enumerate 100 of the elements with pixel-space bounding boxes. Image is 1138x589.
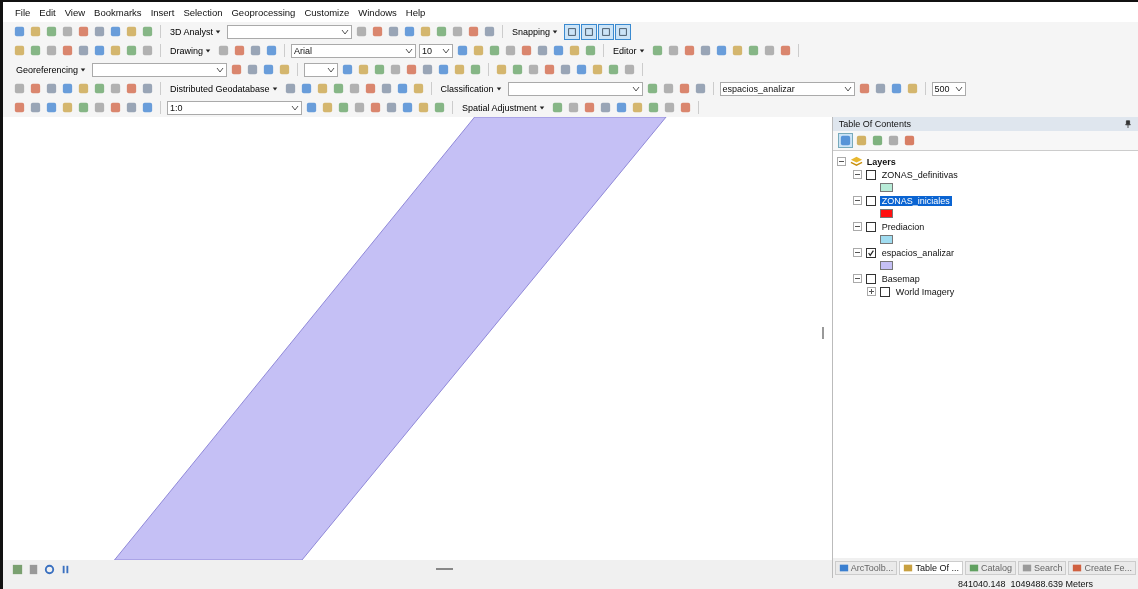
tool-icon[interactable] (645, 82, 659, 95)
tool-icon[interactable] (109, 82, 122, 95)
tool-icon[interactable] (403, 25, 417, 38)
tool-icon[interactable] (520, 44, 533, 57)
menu-item[interactable]: Insert (150, 6, 175, 18)
tool-icon[interactable] (363, 82, 377, 95)
tool-icon[interactable] (857, 82, 871, 95)
tool-icon[interactable] (249, 44, 262, 57)
tool-icon[interactable] (421, 63, 435, 76)
combo-box[interactable] (227, 24, 353, 39)
tool-icon[interactable] (141, 25, 154, 38)
combo-box[interactable] (304, 62, 339, 77)
tool-icon[interactable] (650, 44, 664, 57)
tool-icon[interactable] (456, 44, 469, 57)
combo-box[interactable]: 1:0 (167, 100, 302, 115)
combo-box[interactable]: 500 (931, 81, 966, 96)
tool-icon[interactable] (607, 63, 621, 76)
expand-toggle[interactable] (866, 287, 876, 296)
tool-icon[interactable] (417, 101, 430, 114)
tool-icon[interactable] (646, 101, 660, 114)
tool-icon[interactable] (125, 44, 138, 57)
tool-icon[interactable] (379, 82, 393, 95)
collapse-toggle[interactable] (852, 248, 862, 257)
tool-icon[interactable] (77, 25, 90, 38)
tool-icon[interactable] (495, 63, 509, 76)
tool-icon[interactable] (331, 82, 345, 95)
tool-icon[interactable] (315, 82, 329, 95)
tool-icon[interactable] (93, 25, 106, 38)
layer-name[interactable]: espacios_analizar (879, 247, 956, 258)
tool-icon[interactable] (29, 101, 42, 114)
snapping-toggle[interactable] (581, 23, 598, 40)
menu-item[interactable]: Windows (358, 6, 397, 18)
tool-icon[interactable] (661, 82, 675, 95)
tool-icon[interactable] (109, 44, 122, 57)
tool-icon[interactable] (141, 82, 154, 95)
tool-icon[interactable] (93, 44, 106, 57)
tool-icon[interactable] (469, 63, 483, 76)
tool-icon[interactable] (61, 82, 74, 95)
layer-name[interactable]: Basemap (879, 273, 922, 284)
toolbar-menu[interactable]: Snapping (509, 26, 562, 37)
tool-icon[interactable] (854, 134, 868, 147)
tool-icon[interactable] (746, 44, 760, 57)
combo-box[interactable] (507, 81, 643, 96)
layer-name[interactable]: World Imagery (893, 286, 957, 297)
tool-icon[interactable] (483, 25, 497, 38)
tool-icon[interactable] (714, 44, 728, 57)
tool-icon[interactable] (337, 101, 350, 114)
tool-icon[interactable] (246, 63, 260, 76)
tool-icon[interactable] (762, 44, 776, 57)
toolbar-menu[interactable]: 3D Analyst (167, 26, 225, 37)
tool-icon[interactable] (29, 25, 42, 38)
tool-icon[interactable] (451, 25, 465, 38)
tool-icon[interactable] (870, 134, 884, 147)
tool-icon[interactable] (45, 25, 58, 38)
panel-tab[interactable]: ArcToolb... (834, 561, 898, 575)
tool-icon[interactable] (405, 63, 419, 76)
tool-icon[interactable] (109, 25, 122, 38)
combo-box[interactable]: 10 (419, 43, 453, 58)
tool-icon[interactable] (13, 101, 26, 114)
tool-icon[interactable] (886, 134, 900, 147)
tool-icon[interactable] (598, 101, 612, 114)
layer-name[interactable]: ZONAS_definitivas (879, 169, 960, 180)
tool-icon[interactable] (435, 25, 449, 38)
tool-icon[interactable] (693, 82, 707, 95)
tool-icon[interactable] (682, 44, 696, 57)
tool-icon[interactable] (838, 134, 852, 147)
tool-icon[interactable] (93, 82, 106, 95)
toolbar-menu[interactable]: Distributed Geodatabase (167, 83, 281, 94)
tool-icon[interactable] (353, 101, 366, 114)
panel-tab[interactable]: Table Of ... (899, 561, 963, 575)
snapping-toggle[interactable] (564, 23, 581, 40)
tool-icon[interactable] (902, 134, 916, 147)
tool-icon[interactable] (385, 101, 398, 114)
tool-icon[interactable] (233, 44, 246, 57)
tool-icon[interactable] (678, 101, 692, 114)
tool-icon[interactable] (13, 44, 26, 57)
toolbar-menu[interactable]: Spatial Adjustment (459, 102, 548, 113)
tool-icon[interactable] (141, 101, 154, 114)
tool-icon[interactable] (77, 101, 90, 114)
snapping-toggle[interactable] (615, 23, 632, 40)
tool-icon[interactable] (873, 82, 887, 95)
tool-icon[interactable] (566, 101, 580, 114)
tool-icon[interactable] (265, 44, 278, 57)
tool-icon[interactable] (45, 82, 58, 95)
refresh-icon[interactable] (43, 562, 56, 576)
collapse-toggle[interactable] (852, 170, 862, 179)
checkbox[interactable] (865, 169, 876, 180)
tool-icon[interactable] (109, 101, 122, 114)
tool-icon[interactable] (582, 101, 596, 114)
tool-icon[interactable] (488, 44, 501, 57)
tool-icon[interactable] (889, 82, 903, 95)
tool-icon[interactable] (511, 63, 525, 76)
tool-icon[interactable] (278, 63, 292, 76)
panel-tab[interactable]: Search (1017, 561, 1067, 575)
toolbar-menu[interactable]: Editor (610, 45, 648, 56)
tool-icon[interactable] (125, 82, 138, 95)
tool-icon[interactable] (305, 101, 318, 114)
collapse-toggle[interactable] (836, 157, 846, 166)
tool-icon[interactable] (61, 44, 74, 57)
tool-icon[interactable] (527, 63, 541, 76)
